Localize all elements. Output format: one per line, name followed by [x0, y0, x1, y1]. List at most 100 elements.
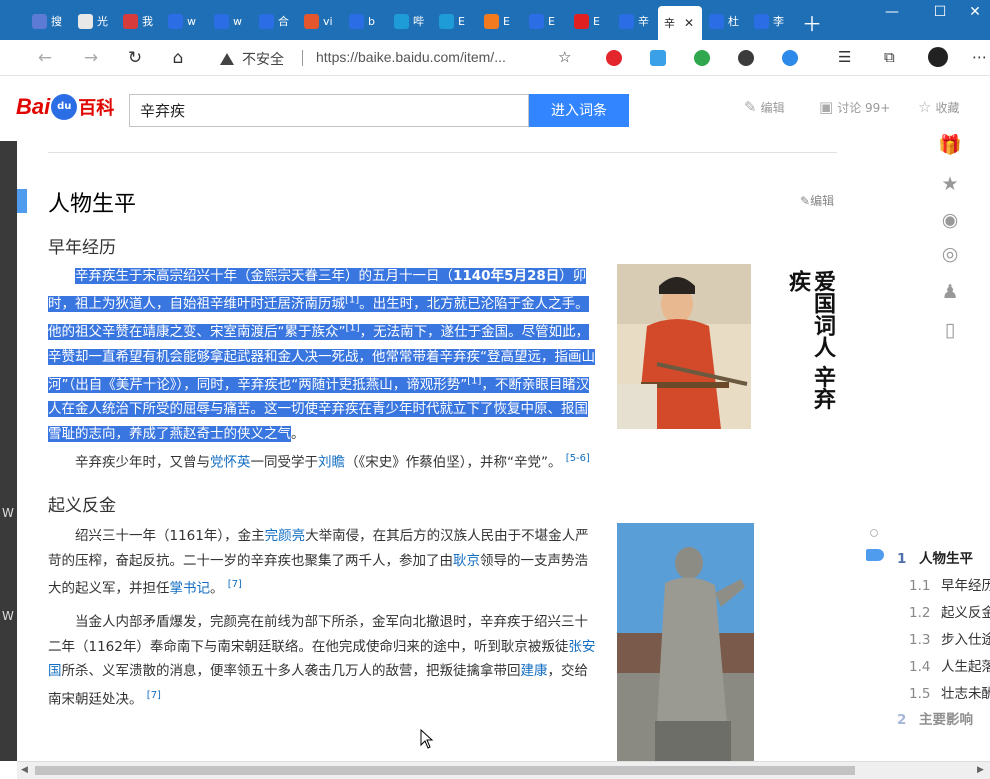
evernote-extension-icon[interactable]: [694, 50, 710, 66]
browser-tab[interactable]: E: [433, 6, 477, 36]
baidu-baike-logo[interactable]: Bai du 百科: [16, 89, 114, 125]
close-window-icon[interactable]: ✕: [955, 4, 990, 20]
toc-number: 1.2: [909, 605, 931, 621]
bilibili-favicon-icon: [439, 13, 454, 29]
tab-label: 搜: [51, 15, 62, 28]
favorites-list-icon[interactable]: ☰: [838, 48, 851, 66]
maximize-icon[interactable]: ☐: [920, 4, 960, 20]
close-tab-icon[interactable]: ✕: [684, 16, 694, 30]
collect-action[interactable]: ☆ 收藏: [918, 98, 959, 116]
toc-item[interactable]: 2 主要影响: [850, 708, 973, 728]
tab-label: 李: [773, 15, 784, 28]
forward-arrow-icon[interactable]: →: [80, 48, 102, 68]
scrollbar-thumb[interactable]: [35, 766, 855, 775]
edit-action[interactable]: ✎ 编辑: [744, 98, 785, 116]
statue-image[interactable]: [617, 523, 754, 761]
security-indicator[interactable]: 不安全: [220, 49, 284, 69]
portrait-image[interactable]: 爱国词人 辛弃疾: [617, 264, 841, 429]
toc-item[interactable]: 1.2 起义反金: [850, 601, 990, 621]
browser-tab[interactable]: E: [523, 6, 567, 36]
mouse-cursor-icon: [420, 729, 434, 749]
back-arrow-icon[interactable]: ←: [34, 48, 56, 68]
toc-label: 起义反金: [941, 605, 990, 621]
browser-tab[interactable]: w: [162, 6, 206, 36]
link-wanyan-liang[interactable]: 完颜亮: [265, 528, 306, 544]
link-jiankang[interactable]: 建康: [521, 663, 548, 679]
portrait-caption: 爱国词人 辛弃疾: [785, 270, 836, 410]
citation-ref[interactable]: [1]: [346, 323, 360, 334]
weibo-icon[interactable]: ◉: [935, 209, 965, 235]
selected-text: 辛弃疾生于宋高宗绍兴十年（金熙宗天眷三年）的五月十一日（1140年5月28日）卯…: [48, 268, 595, 442]
section-title: 人物生平: [48, 192, 137, 217]
new-tab-button[interactable]: ＋: [800, 8, 824, 37]
browser-tab[interactable]: b: [343, 6, 387, 36]
gift-icon[interactable]: 🎁: [935, 133, 965, 159]
refresh-icon[interactable]: ↻: [124, 48, 146, 68]
toc-item[interactable]: 1.3 步入仕途: [850, 628, 990, 648]
browser-tab[interactable]: E: [568, 6, 612, 36]
browser-tab[interactable]: 光: [72, 6, 116, 36]
mobile-icon[interactable]: ▯: [935, 319, 965, 345]
horizontal-scrollbar[interactable]: ◀ ▶: [17, 761, 990, 779]
browser-tab[interactable]: 杜: [703, 6, 747, 36]
browser-tab[interactable]: vi: [298, 6, 342, 36]
favorite-star-icon[interactable]: ☆: [558, 48, 571, 66]
browser-tab[interactable]: 我: [117, 6, 161, 36]
citation-ref[interactable]: [1]: [467, 375, 481, 386]
discuss-action[interactable]: ▣ 讨论 99+: [819, 98, 890, 116]
more-menu-icon[interactable]: ⋯: [972, 48, 988, 66]
star-icon[interactable]: ★: [935, 173, 965, 199]
enter-entry-button[interactable]: 进入词条: [529, 94, 629, 127]
link-dang-huaiying[interactable]: 党怀英: [210, 455, 251, 471]
comment-icon: ▣: [819, 98, 834, 116]
date-bold: 1140年5月28日: [453, 268, 560, 284]
toc-top-dot: [870, 529, 878, 537]
browser-tab[interactable]: 搜: [26, 6, 70, 36]
scroll-left-icon[interactable]: ◀: [21, 765, 28, 775]
logo-baike: 百科: [78, 98, 115, 119]
citation-ref[interactable]: [1]: [345, 295, 359, 306]
toc-item[interactable]: 1 人物生平: [850, 547, 973, 567]
citation-ref[interactable]: [5-6]: [566, 453, 590, 464]
minimize-icon[interactable]: —: [872, 4, 912, 20]
scroll-right-icon[interactable]: ▶: [977, 765, 984, 775]
home-icon[interactable]: ⌂: [167, 48, 189, 68]
bilibili-favicon-icon: [394, 13, 409, 29]
profile-avatar[interactable]: [928, 47, 948, 67]
text-run: 辛弃疾生于宋高宗绍兴十年（金熙宗天眷三年）的五月十一日（: [75, 268, 453, 284]
browser-tab[interactable]: 辛: [613, 6, 657, 36]
browser-tab[interactable]: 辛 ✕: [658, 6, 702, 40]
qq-icon[interactable]: ♟: [935, 281, 965, 307]
link-zhang-shuji[interactable]: 掌书记: [170, 581, 211, 597]
section-edit-label: 编辑: [810, 194, 835, 208]
collect-label: 收藏: [935, 100, 960, 115]
edge-letter: W: [2, 506, 14, 520]
link-geng-jing[interactable]: 耿京: [453, 553, 480, 569]
collections-icon[interactable]: ⧉: [884, 48, 895, 66]
tab-label: w: [187, 14, 196, 28]
colors-extension-icon[interactable]: [738, 50, 754, 66]
search-input[interactable]: [129, 94, 529, 127]
opera-extension-icon[interactable]: [606, 50, 622, 66]
blue-extension-icon[interactable]: [650, 50, 666, 66]
pencil-icon: ✎: [744, 98, 757, 116]
browser-tab[interactable]: 李: [748, 6, 792, 36]
browser-tab[interactable]: E: [478, 6, 522, 36]
toc-item[interactable]: 1.5 壮志未酬: [850, 682, 990, 702]
tab-label: vi: [323, 14, 333, 28]
lightning-extension-icon[interactable]: [782, 50, 798, 66]
baidu-paw-favicon-icon: [619, 13, 634, 29]
url-field[interactable]: https://baike.baidu.com/item/...: [316, 49, 506, 65]
citation-ref[interactable]: [7]: [147, 690, 161, 701]
browser-tab[interactable]: w: [208, 6, 252, 36]
citation-ref[interactable]: [7]: [228, 579, 242, 590]
tab-label: 辛: [638, 15, 649, 28]
toc-item[interactable]: 1.4 人生起落: [850, 655, 990, 675]
toc-item[interactable]: 1.1 早年经历: [850, 574, 990, 594]
baidu-paw-favicon-icon: [529, 13, 544, 29]
browser-tab[interactable]: 哔: [388, 6, 432, 36]
section-edit-link[interactable]: ✎编辑: [800, 192, 834, 209]
link-liu-zhan[interactable]: 刘瞻: [318, 455, 345, 471]
browser-tab[interactable]: 合: [253, 6, 297, 36]
wechat-icon[interactable]: ◎: [935, 243, 965, 269]
